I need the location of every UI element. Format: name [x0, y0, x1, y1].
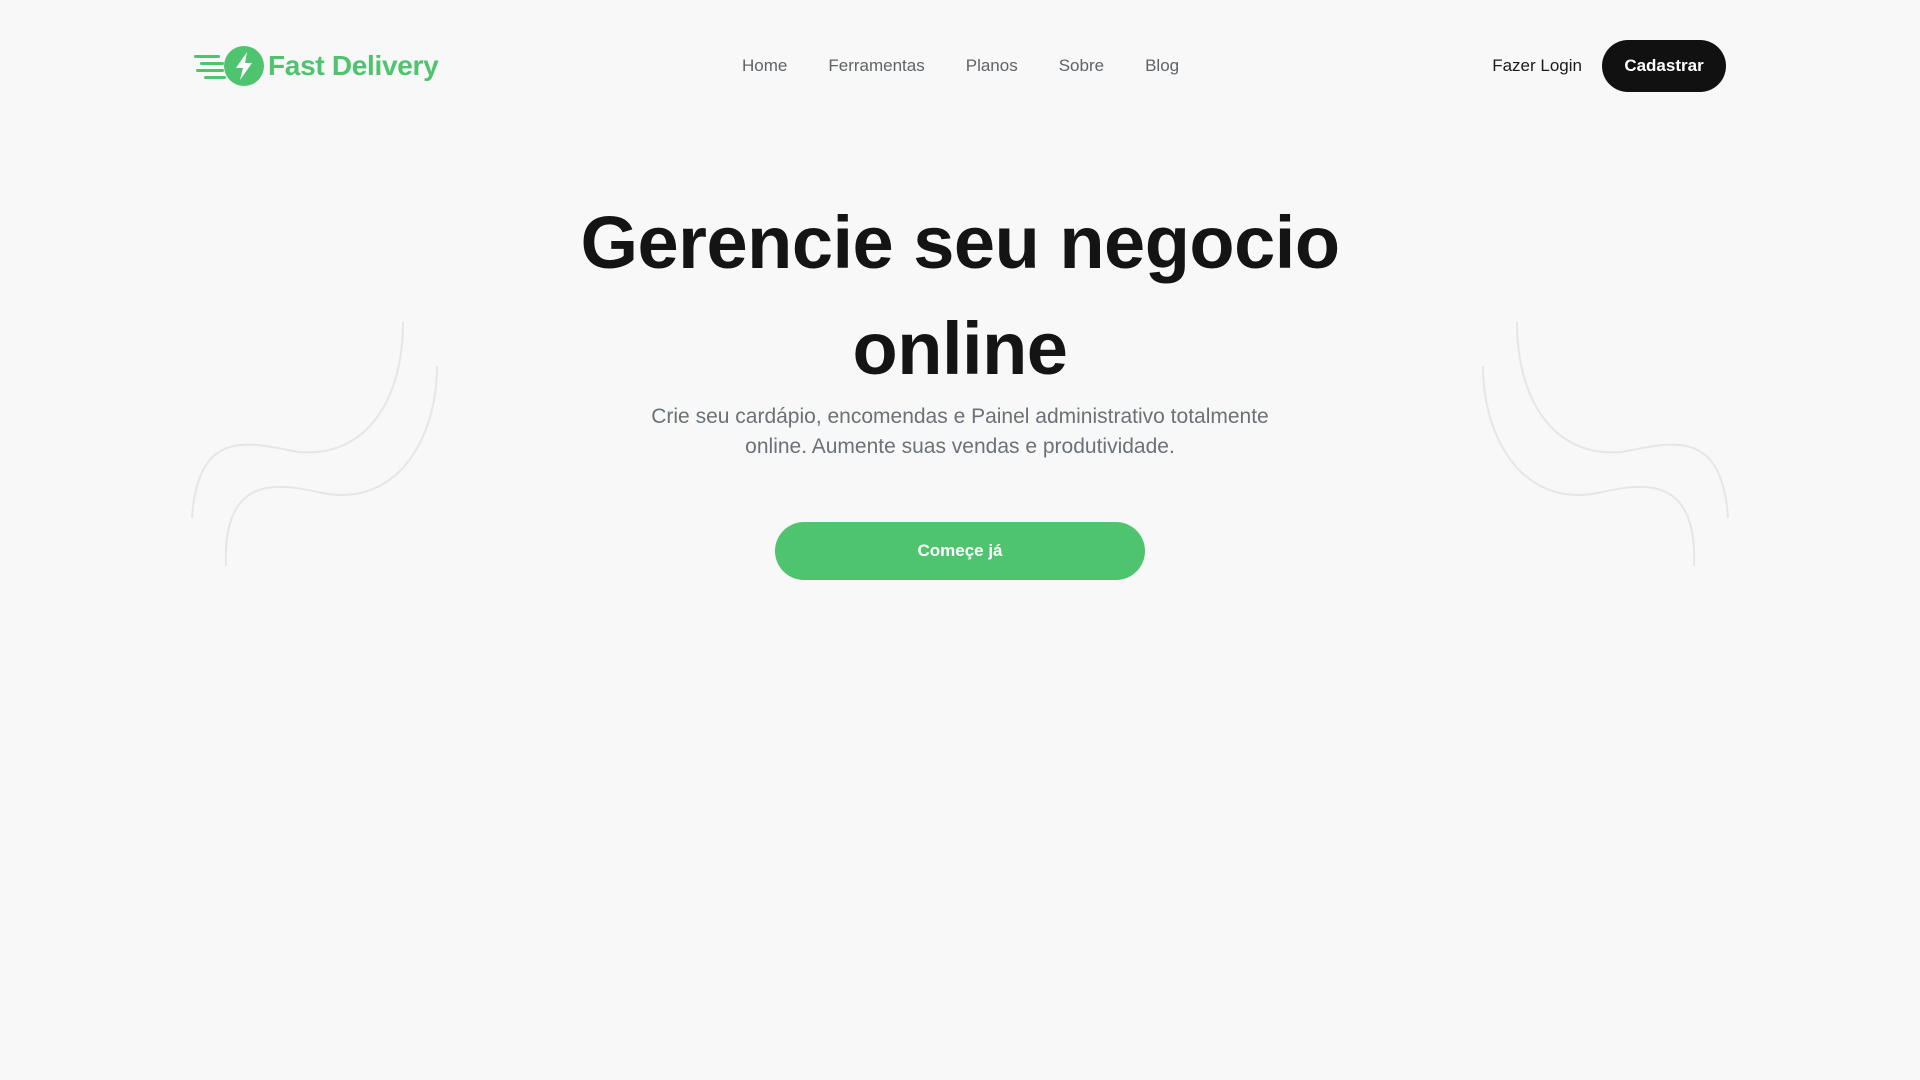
login-link[interactable]: Fazer Login	[1492, 56, 1582, 76]
get-started-button[interactable]: Começe já	[775, 522, 1145, 580]
decorative-wave-left	[191, 321, 438, 567]
nav-item-home[interactable]: Home	[742, 56, 787, 76]
brand-logo[interactable]: Fast Delivery	[194, 44, 439, 88]
header-actions: Fazer Login Cadastrar	[1492, 40, 1726, 92]
landing-page: Fast Delivery Home Ferramentas Planos So…	[0, 0, 1920, 1080]
nav-item-sobre[interactable]: Sobre	[1059, 56, 1104, 76]
main-nav: Home Ferramentas Planos Sobre Blog	[742, 40, 1179, 92]
signup-button[interactable]: Cadastrar	[1602, 40, 1726, 92]
nav-item-planos[interactable]: Planos	[966, 56, 1018, 76]
hero-title: Gerencie seu negocio online	[580, 201, 1340, 390]
nav-item-ferramentas[interactable]: Ferramentas	[828, 56, 924, 76]
brand-name: Fast Delivery	[268, 50, 439, 81]
site-header: Fast Delivery Home Ferramentas Planos So…	[194, 40, 1726, 92]
hero-subtitle: Crie seu cardápio, encomendas e Painel a…	[651, 405, 1269, 458]
nav-item-blog[interactable]: Blog	[1145, 56, 1179, 76]
lightning-bolt-speed-icon	[194, 46, 264, 86]
decorative-wave-right	[1482, 321, 1729, 567]
